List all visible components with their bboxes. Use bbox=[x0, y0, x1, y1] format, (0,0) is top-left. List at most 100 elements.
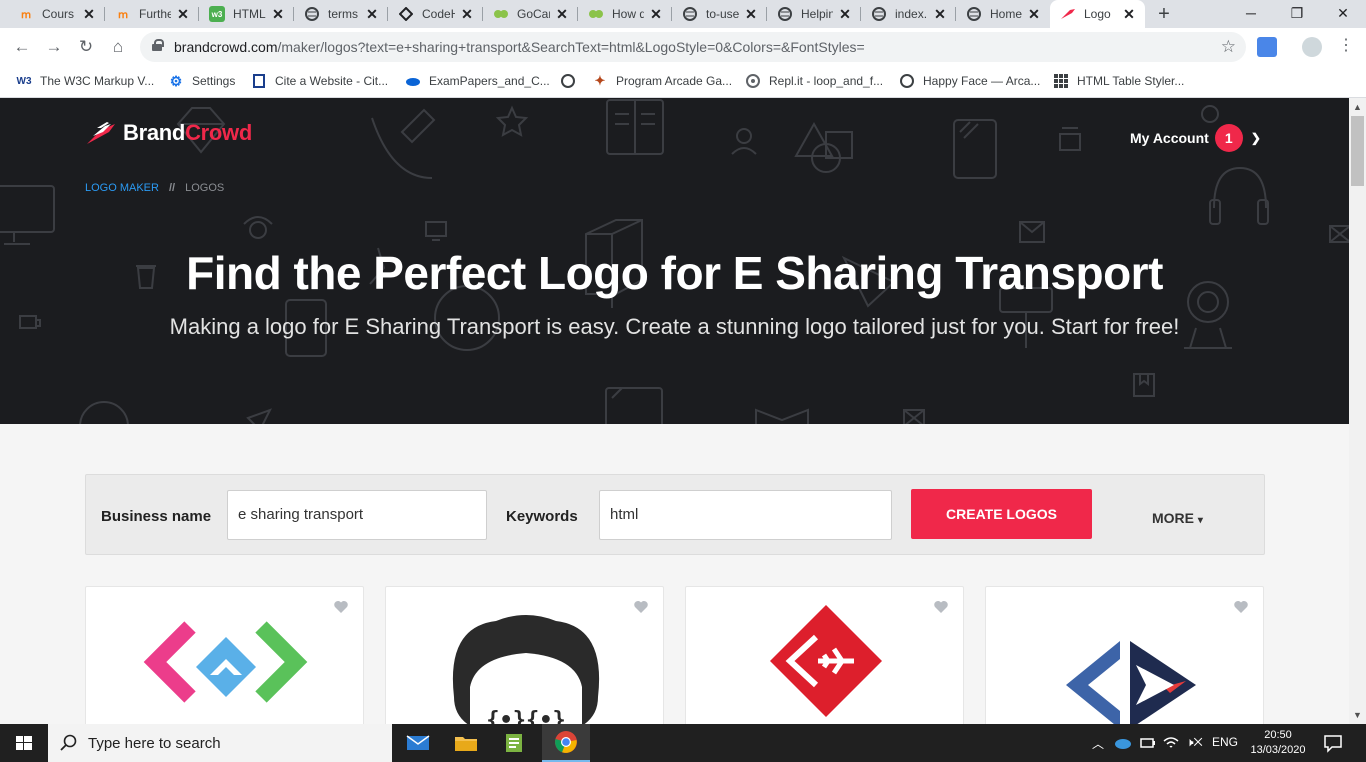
logo-card-red-diamond-jet[interactable] bbox=[685, 586, 964, 724]
create-logos-button[interactable]: CREATE LOGOS bbox=[911, 489, 1092, 539]
tab-2[interactable]: w3 HTML ✕ bbox=[199, 0, 294, 28]
windows-start-button[interactable] bbox=[0, 724, 48, 762]
bookmark-1[interactable]: ⚙ Settings bbox=[168, 73, 236, 89]
close-icon[interactable]: ✕ bbox=[364, 6, 380, 23]
close-icon[interactable]: ✕ bbox=[81, 6, 97, 23]
taskbar-mail-app[interactable] bbox=[394, 724, 442, 762]
scroll-up-icon[interactable]: ▲ bbox=[1353, 102, 1362, 112]
account-label: My Account bbox=[1130, 130, 1209, 146]
logo-card-blue-navy-bracket-jet[interactable] bbox=[985, 586, 1264, 724]
breadcrumb: LOGO MAKER // LOGOS bbox=[85, 182, 224, 194]
minimize-icon[interactable]: ─ bbox=[1228, 0, 1274, 28]
tab-0[interactable]: ՠ Cours ✕ bbox=[8, 0, 105, 28]
bookmark-4[interactable] bbox=[560, 73, 584, 89]
citation-icon bbox=[251, 73, 267, 89]
new-tab-button[interactable]: + bbox=[1152, 2, 1176, 26]
lock-icon bbox=[152, 39, 164, 51]
onedrive-cloud-icon[interactable] bbox=[1114, 737, 1132, 749]
page-scrollbar[interactable]: ▲ ▼ bbox=[1349, 98, 1366, 724]
tab-5[interactable]: GoCar ✕ bbox=[483, 0, 578, 28]
page-viewport: Brand Crowd My Account 1 ❯ LOGO MAKER // … bbox=[0, 98, 1349, 724]
forward-arrow-icon[interactable]: → bbox=[42, 35, 66, 59]
url-text[interactable]: brandcrowd.com/maker/logos?text=e+sharin… bbox=[174, 39, 865, 55]
bookmark-7[interactable]: Happy Face — Arca... bbox=[899, 73, 1040, 89]
back-arrow-icon[interactable]: ← bbox=[10, 35, 34, 59]
w3schools-icon: w3 bbox=[209, 6, 225, 22]
keywords-input[interactable]: html bbox=[599, 490, 892, 540]
blue-navy-bracket-jet-logo bbox=[1066, 641, 1196, 724]
brandcrowd-logo[interactable]: Brand Crowd bbox=[85, 120, 252, 146]
tab-7[interactable]: to-use ✕ bbox=[672, 0, 767, 28]
notifications-icon[interactable] bbox=[1320, 730, 1346, 756]
page-title: Find the Perfect Logo for E Sharing Tran… bbox=[186, 247, 1163, 299]
volume-muted-icon[interactable]: 🕨✕ bbox=[1186, 735, 1203, 750]
show-hidden-icons-chevron[interactable]: ︿ bbox=[1092, 735, 1104, 752]
tab-title: Logo bbox=[1084, 7, 1111, 21]
tab-10[interactable]: Home ✕ bbox=[956, 0, 1050, 28]
tab-4[interactable]: CodeH ✕ bbox=[388, 0, 483, 28]
address-bar[interactable]: brandcrowd.com/maker/logos?text=e+sharin… bbox=[140, 32, 1246, 62]
scrollbar-thumb[interactable] bbox=[1351, 116, 1364, 186]
scroll-down-icon[interactable]: ▼ bbox=[1353, 710, 1362, 720]
tab-6[interactable]: How d ✕ bbox=[578, 0, 672, 28]
close-icon[interactable]: ✕ bbox=[270, 6, 286, 23]
logo-card-pink-green-brackets[interactable] bbox=[85, 586, 364, 724]
clock-time: 20:50 bbox=[1264, 729, 1292, 741]
close-icon[interactable]: ✕ bbox=[459, 6, 475, 23]
restore-icon[interactable]: ❐ bbox=[1274, 0, 1320, 28]
menu-kebab-icon[interactable]: ⋮ bbox=[1338, 36, 1354, 56]
home-icon[interactable]: ⌂ bbox=[106, 35, 130, 59]
tab-1[interactable]: ՠ Furthe ✕ bbox=[105, 0, 199, 28]
taskbar-notepad-app[interactable] bbox=[490, 724, 538, 762]
tab-title: How d bbox=[612, 7, 644, 21]
logo-card-cartoon-coder[interactable]: {•}{•} bbox=[385, 586, 664, 724]
bookmark-5[interactable]: ✦ Program Arcade Ga... bbox=[592, 73, 733, 89]
globe-icon bbox=[682, 6, 698, 22]
close-icon[interactable]: ✕ bbox=[1026, 6, 1042, 23]
close-icon[interactable]: ✕ bbox=[648, 6, 664, 23]
tab-9[interactable]: index. ✕ bbox=[861, 0, 956, 28]
bookmark-3[interactable]: ExamPapers_and_C... bbox=[405, 73, 550, 89]
close-icon[interactable]: ✕ bbox=[932, 6, 948, 23]
reload-icon[interactable]: ↻ bbox=[74, 35, 98, 59]
tab-title: GoCar bbox=[517, 7, 550, 21]
close-icon[interactable]: ✕ bbox=[1121, 6, 1137, 23]
bookmark-label: The W3C Markup V... bbox=[40, 74, 155, 88]
close-window-icon[interactable]: ✕ bbox=[1320, 0, 1366, 28]
bookmark-0[interactable]: W3 The W3C Markup V... bbox=[16, 73, 155, 89]
brand-name-part1: Brand bbox=[123, 120, 186, 145]
close-icon[interactable]: ✕ bbox=[743, 6, 759, 23]
breadcrumb-logo-maker[interactable]: LOGO MAKER bbox=[85, 182, 159, 194]
language-indicator[interactable]: ENG bbox=[1212, 735, 1238, 749]
tab-3[interactable]: terms ✕ bbox=[294, 0, 388, 28]
close-icon[interactable]: ✕ bbox=[837, 6, 853, 23]
business-name-label: Business name bbox=[101, 508, 212, 525]
close-icon[interactable]: ✕ bbox=[554, 6, 570, 23]
profile-avatar[interactable] bbox=[1302, 37, 1322, 57]
translate-extension-icon[interactable] bbox=[1257, 37, 1277, 57]
bookmark-2[interactable]: Cite a Website - Cit... bbox=[251, 73, 388, 89]
taskbar-search-placeholder: Type here to search bbox=[88, 734, 221, 752]
taskbar-chrome-app[interactable] bbox=[542, 724, 590, 762]
wifi-icon[interactable] bbox=[1163, 736, 1179, 750]
browser-toolbar: ← → ↻ ⌂ brandcrowd.com/maker/logos?text=… bbox=[0, 28, 1366, 66]
taskbar-file-explorer[interactable] bbox=[442, 724, 490, 762]
bookmark-6[interactable]: Repl.it - loop_and_f... bbox=[745, 73, 883, 89]
taskbar-search-box[interactable]: Type here to search bbox=[48, 724, 392, 762]
more-options-toggle[interactable]: MORE ▾ bbox=[1152, 510, 1203, 526]
logo-search-form: Business name e sharing transport Keywor… bbox=[85, 474, 1265, 555]
bookmark-star-icon[interactable]: ☆ bbox=[1221, 37, 1236, 57]
moodle-icon: ՠ bbox=[20, 8, 32, 21]
tab-8[interactable]: Helpin ✕ bbox=[767, 0, 861, 28]
mail-icon bbox=[406, 735, 430, 750]
taskbar-clock[interactable]: 20:50 13/03/2020 bbox=[1236, 728, 1320, 758]
account-menu[interactable]: My Account 1 ❯ bbox=[1130, 124, 1261, 152]
battery-icon[interactable] bbox=[1140, 737, 1156, 749]
bookmark-8[interactable]: HTML Table Styler... bbox=[1053, 73, 1184, 89]
tab-title: terms bbox=[328, 7, 358, 21]
business-name-input[interactable]: e sharing transport bbox=[227, 490, 487, 540]
hero-banner: Brand Crowd My Account 1 ❯ LOGO MAKER // … bbox=[0, 98, 1349, 424]
close-icon[interactable]: ✕ bbox=[175, 6, 191, 23]
tab-11-active[interactable]: Logo ✕ bbox=[1050, 0, 1145, 28]
clock-date: 13/03/2020 bbox=[1250, 744, 1306, 756]
